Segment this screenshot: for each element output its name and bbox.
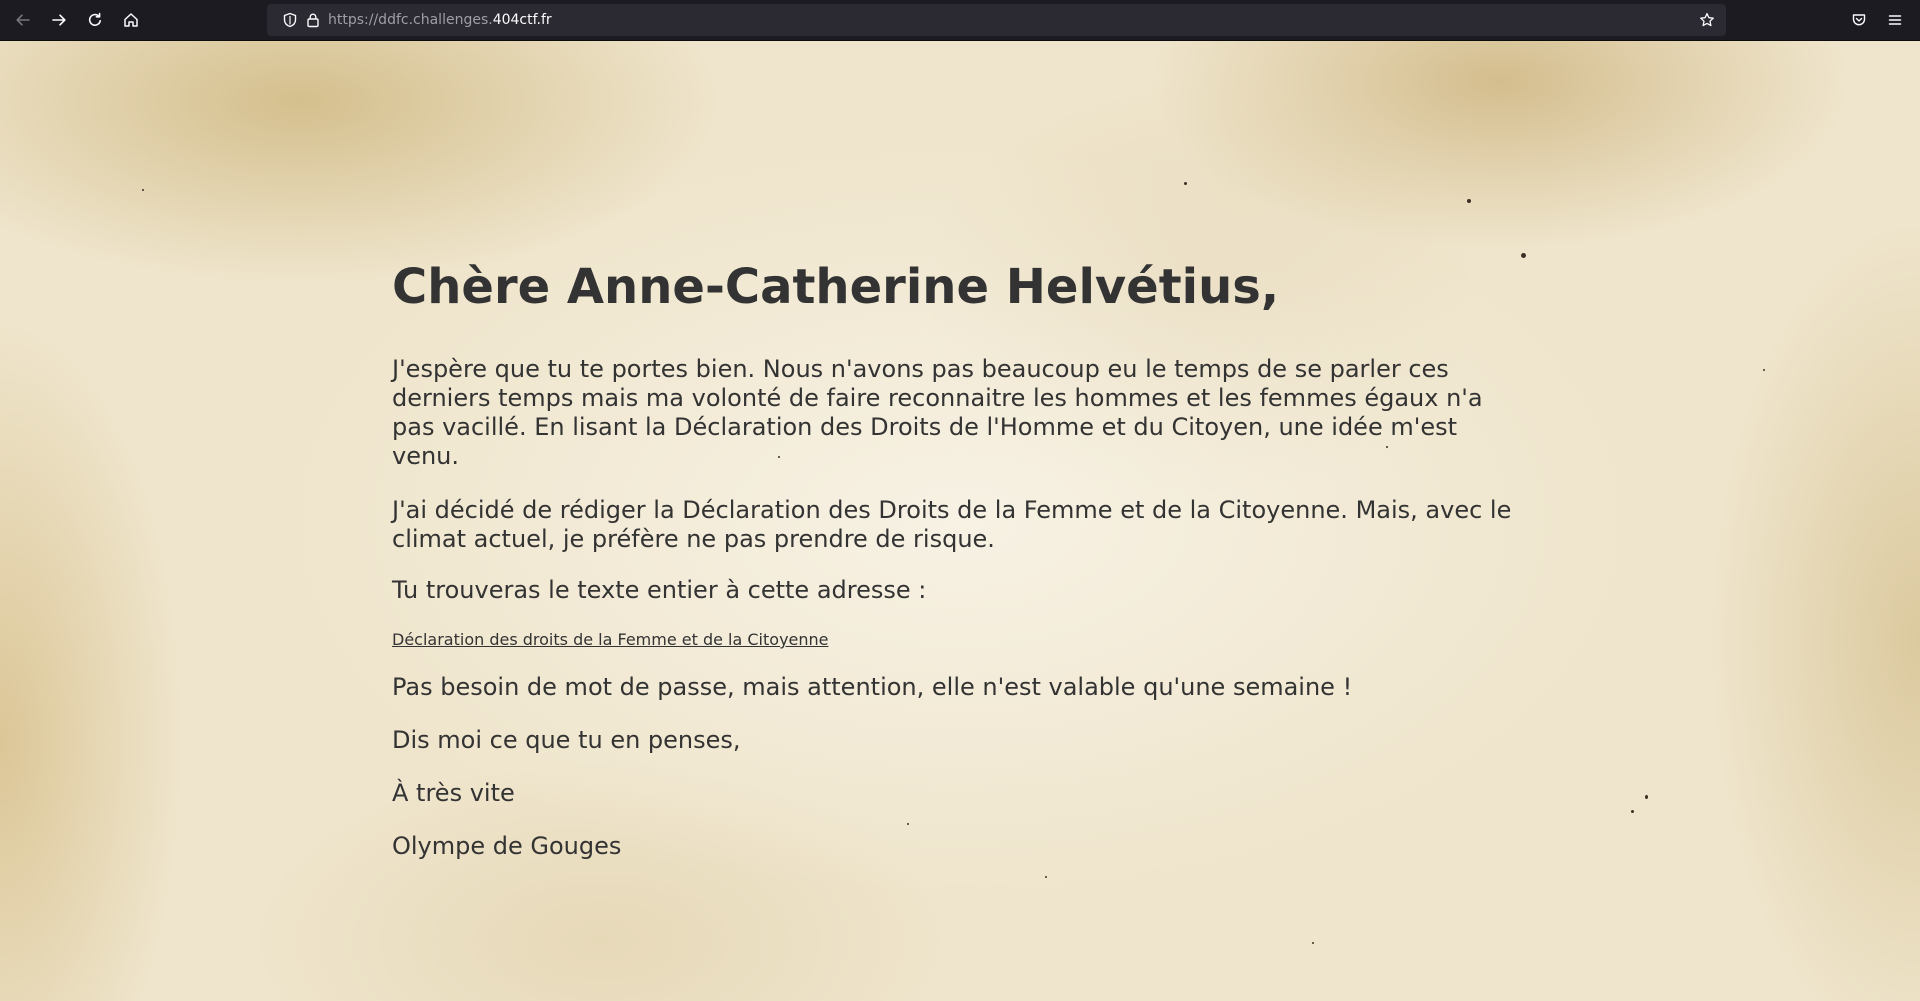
letter-paragraph-6: À très vite — [392, 779, 515, 807]
reload-icon[interactable] — [83, 8, 107, 32]
paper-speck — [1763, 369, 1765, 371]
letter-paragraph-3: Tu trouveras le texte entier à cette adr… — [392, 576, 927, 604]
paper-speck — [1312, 942, 1314, 944]
url-domain: 404ctf.fr — [492, 12, 552, 28]
paper-speck — [1521, 253, 1526, 258]
browser-toolbar: https://ddfc.challenges.404ctf.fr — [0, 0, 1920, 41]
star-icon[interactable] — [1699, 12, 1715, 28]
forward-arrow-icon[interactable] — [47, 8, 71, 32]
page-background: Chère Anne-Catherine Helvétius, J'espère… — [0, 41, 1920, 1001]
declaration-link[interactable]: Déclaration des droits de la Femme et de… — [392, 630, 829, 650]
shield-icon[interactable] — [282, 12, 298, 28]
url-text[interactable]: https://ddfc.challenges.404ctf.fr — [328, 11, 552, 29]
url-bar[interactable]: https://ddfc.challenges.404ctf.fr — [267, 4, 1726, 36]
pocket-icon[interactable] — [1847, 8, 1871, 32]
paper-speck — [1184, 182, 1187, 185]
paper-speck — [1467, 199, 1471, 203]
back-arrow-icon[interactable] — [11, 8, 35, 32]
letter-heading: Chère Anne-Catherine Helvétius, — [392, 259, 1280, 315]
letter-paragraph-5: Dis moi ce que tu en penses, — [392, 726, 741, 754]
paper-speck — [907, 823, 909, 825]
lock-icon[interactable] — [305, 12, 321, 28]
paper-speck — [1631, 810, 1634, 813]
paper-speck — [1645, 795, 1648, 799]
paper-speck — [142, 189, 144, 191]
paper-speck — [1045, 876, 1047, 878]
home-icon[interactable] — [119, 8, 143, 32]
url-prefix: https://ddfc.challenges. — [328, 12, 493, 28]
letter-paragraph-4: Pas besoin de mot de passe, mais attenti… — [392, 673, 1353, 701]
hamburger-menu-icon[interactable] — [1883, 8, 1907, 32]
letter-paragraph-1: J'espère que tu te portes bien. Nous n'a… — [392, 355, 1483, 470]
letter-paragraph-2: J'ai décidé de rédiger la Déclaration de… — [392, 496, 1512, 553]
letter-signature: Olympe de Gouges — [392, 832, 622, 860]
